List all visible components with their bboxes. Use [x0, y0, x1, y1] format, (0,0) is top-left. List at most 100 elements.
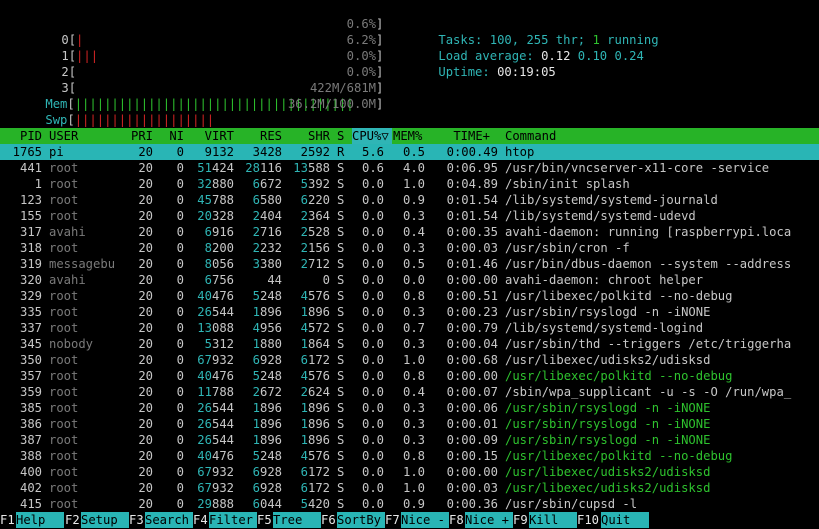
col-mem[interactable]: MEM%	[393, 128, 422, 144]
cell-virt: 40476	[197, 369, 234, 383]
table-row[interactable]: 388 root 20 0 40476 5248 4576 S 0.0 0.8 0:00.15/us…	[0, 448, 819, 464]
cell-ni: 0	[176, 289, 184, 303]
fkey-f3: F3	[129, 513, 144, 527]
cell-user: root	[49, 417, 79, 431]
cell-cpu: 5.6	[361, 145, 384, 159]
table-row[interactable]: 318 root 20 0 8200 2232 2156 S 0.0 0.3 0:00.03/usr…	[0, 240, 819, 256]
filter-button[interactable]: Filter	[209, 512, 257, 528]
table-row-selected[interactable]: 1765 pi 20 0 9132 3428 2592 R 5.6 0.5 0:00.49 htop	[0, 144, 819, 160]
table-row[interactable]: 415 root 20 0 29888 6044 5420 S 0.0 0.9 0:00.36/us…	[0, 496, 819, 512]
table-row[interactable]: 350 root 20 0 67932 6928 6172 S 0.0 1.0 0:00.68/us…	[0, 352, 819, 368]
nice-plus-button[interactable]: Nice +	[465, 512, 513, 528]
cell-state: S	[337, 353, 345, 367]
table-row[interactable]: 335 root 20 0 26544 1896 1896 S 0.0 0.3 0:00.23/us…	[0, 304, 819, 320]
col-command[interactable]: Command	[505, 128, 556, 144]
cell-cpu: 0.0	[361, 369, 384, 383]
cell-mem: 0.4	[402, 225, 425, 239]
cell-pri: 20	[138, 385, 153, 399]
table-row[interactable]: 329 root 20 0 40476 5248 4576 S 0.0 0.8 0:00.51/us…	[0, 288, 819, 304]
cell-cpu: 0.0	[361, 385, 384, 399]
cell-ni: 0	[176, 465, 184, 479]
quit-button[interactable]: Quit	[601, 512, 649, 528]
col-s[interactable]: S	[337, 128, 344, 144]
cell-mem: 0.5	[402, 145, 425, 159]
col-res[interactable]: RES	[240, 128, 282, 144]
table-row[interactable]: 155 root 20 0 20328 2404 2364 S 0.0 0.3 0:01.54/li…	[0, 208, 819, 224]
col-time[interactable]: TIME+	[440, 128, 490, 144]
cell-shr: 2156	[300, 241, 330, 255]
table-row[interactable]: 1 root 20 0 32880 6672 5392 S 0.0 1.0 0:04.89/sbin…	[0, 176, 819, 192]
cell-pid: 357	[19, 369, 42, 383]
col-pid[interactable]: PID	[0, 128, 42, 144]
cell-pid: 337	[19, 321, 42, 335]
table-row[interactable]: 357 root 20 0 40476 5248 4576 S 0.0 0.8 0:00.00/us…	[0, 368, 819, 384]
cell-command: /sbin/wpa_supplicant -u -s -O /run/wpa_	[505, 385, 792, 399]
cell-shr: 5392	[300, 177, 330, 191]
cell-command: /usr/sbin/cron -f	[505, 241, 630, 255]
cell-res: 5248	[252, 369, 282, 383]
table-row[interactable]: 317 avahi 20 0 6916 2716 2528 S 0.0 0.4 0:00.35 ava…	[0, 224, 819, 240]
table-row[interactable]: 441 root 20 0 51424 28116 13588 S 0.6 4.0 0:06.95 /…	[0, 160, 819, 176]
table-row[interactable]: 385 root 20 0 26544 1896 1896 S 0.0 0.3 0:00.06/us…	[0, 400, 819, 416]
table-row[interactable]: 320 avahi 20 0 6756 44 0 S 0.0 0.0 0:00.00 avahi-da…	[0, 272, 819, 288]
table-row[interactable]: 123 root 20 0 45788 6580 6220 S 0.0 0.9 0:01.54/li…	[0, 192, 819, 208]
cell-user: root	[49, 369, 79, 383]
cell-state: S	[337, 225, 345, 239]
process-table-header[interactable]: PID USER PRI NI VIRT RES SHR S CPU%▽ MEM…	[0, 128, 819, 144]
cell-pri: 20	[138, 321, 153, 335]
col-virt[interactable]: VIRT	[190, 128, 234, 144]
cell-mem: 0.0	[402, 273, 425, 287]
cell-shr: 13588	[293, 161, 330, 175]
help-button[interactable]: Help	[16, 512, 64, 528]
col-pri[interactable]: PRI	[118, 128, 153, 144]
cell-time: 0:00.36	[446, 497, 498, 511]
cell-ni: 0	[176, 193, 184, 207]
cell-command: /usr/sbin/rsyslogd -n -iNONE	[505, 401, 711, 415]
tree-button[interactable]: Tree	[273, 512, 321, 528]
cell-pid: 345	[19, 337, 42, 351]
table-row[interactable]: 387 root 20 0 26544 1896 1896 S 0.0 0.3 0:00.09/us…	[0, 432, 819, 448]
cell-pid: 317	[19, 225, 42, 239]
cell-mem: 4.0	[402, 161, 425, 175]
setup-button[interactable]: Setup	[81, 512, 129, 528]
table-row[interactable]: 359 root 20 0 11788 2672 2624 S 0.0 0.4 0:00.07/sb…	[0, 384, 819, 400]
table-row[interactable]: 402 root 20 0 67932 6928 6172 S 0.0 1.0 0:00.03/us…	[0, 480, 819, 496]
cell-pid: 415	[19, 497, 42, 511]
search-button[interactable]: Search	[145, 512, 193, 528]
cell-user: root	[49, 465, 79, 479]
cell-pid: 320	[19, 273, 42, 287]
table-row[interactable]: 386 root 20 0 26544 1896 1896 S 0.0 0.3 0:00.01/us…	[0, 416, 819, 432]
cell-res: 3380	[252, 257, 282, 271]
cell-command: /usr/libexec/polkitd --no-debug	[505, 369, 733, 383]
cell-virt: 32880	[197, 177, 234, 191]
col-shr[interactable]: SHR	[288, 128, 330, 144]
cell-virt: 67932	[197, 353, 234, 367]
kill-button[interactable]: Kill	[529, 512, 577, 528]
cell-shr: 2624	[300, 385, 330, 399]
cell-state: S	[337, 481, 345, 495]
table-row[interactable]: 345 nobody 20 0 5312 1880 1864 S 0.0 0.3 0:00.04/u…	[0, 336, 819, 352]
col-user[interactable]: USER	[49, 128, 78, 144]
table-row[interactable]: 400 root 20 0 67932 6928 6172 S 0.0 1.0 0:00.00/us…	[0, 464, 819, 480]
cell-res: 1880	[252, 337, 282, 351]
cell-time: 0:00.51	[446, 289, 498, 303]
cell-cpu: 0.0	[361, 353, 384, 367]
nice-minus-button[interactable]: Nice -	[401, 512, 449, 528]
cell-pid: 1	[34, 177, 42, 191]
cell-cpu: 0.0	[361, 273, 384, 287]
col-cpu[interactable]: CPU%▽	[352, 128, 392, 144]
cell-ni: 0	[176, 225, 184, 239]
cell-mem: 0.8	[402, 369, 425, 383]
cell-user: root	[49, 385, 79, 399]
col-ni[interactable]: NI	[160, 128, 184, 144]
cell-virt: 6916	[204, 225, 234, 239]
sortby-button[interactable]: SortBy	[337, 512, 385, 528]
cell-time: 0:00.35	[446, 225, 498, 239]
table-row[interactable]: 319 messagebu 20 0 8056 3380 2712 S 0.0 0.5 0:01.4…	[0, 256, 819, 272]
cell-ni: 0	[176, 481, 184, 495]
cell-state: S	[337, 337, 345, 351]
cell-res: 1896	[252, 433, 282, 447]
table-row[interactable]: 337 root 20 0 13088 4956 4572 S 0.0 0.7 0:00.79/li…	[0, 320, 819, 336]
cell-cpu: 0.0	[361, 337, 384, 351]
cell-shr: 1896	[300, 305, 330, 319]
